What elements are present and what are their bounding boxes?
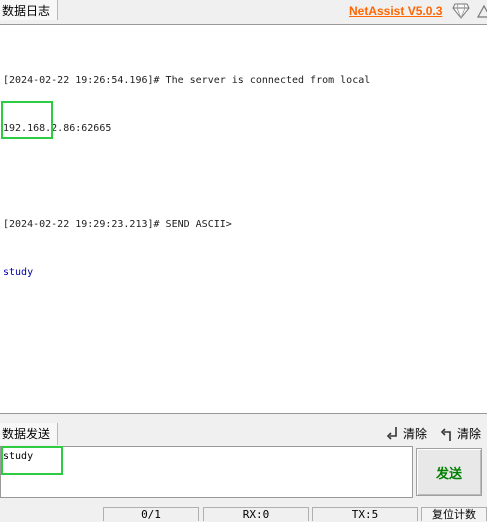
log-line: 192.168.2.86:62665 [3, 123, 112, 134]
status-bar: 0/1 RX:0 TX:5 复位计数 [0, 505, 487, 521]
log-line: [2024-02-22 19:29:23.213]# SEND ASCII> [3, 219, 232, 230]
tab-data-log[interactable]: 数据日志 [0, 0, 58, 20]
send-button[interactable]: 发送 [416, 448, 482, 496]
receive-highlight-box [1, 101, 53, 139]
log-line-blank [3, 169, 370, 185]
log-line: [2024-02-22 19:26:54.196]# The server is… [3, 75, 371, 86]
tab-data-send[interactable]: 数据发送 [0, 423, 58, 445]
send-input[interactable]: study [0, 446, 413, 498]
clear-receive-label: 清除 [457, 427, 482, 441]
help-icon[interactable] [474, 3, 487, 19]
diamond-icon[interactable] [452, 3, 470, 19]
clear-receive-button[interactable]: 清除 [440, 425, 481, 443]
clear-send-label: 清除 [403, 427, 428, 441]
clear-send-button[interactable]: 清除 [386, 425, 427, 443]
arrow-down-left-icon [386, 427, 397, 440]
log-payload: study [3, 267, 34, 278]
send-header: 数据发送 清除 清除 [0, 423, 487, 445]
app-title-link[interactable]: NetAssist V5.0.3 [349, 4, 442, 18]
receive-log: [2024-02-22 19:26:54.196]# The server is… [3, 41, 370, 313]
arrow-up-left-icon [440, 428, 451, 441]
receive-log-area[interactable]: [2024-02-22 19:26:54.196]# The server is… [0, 24, 487, 414]
